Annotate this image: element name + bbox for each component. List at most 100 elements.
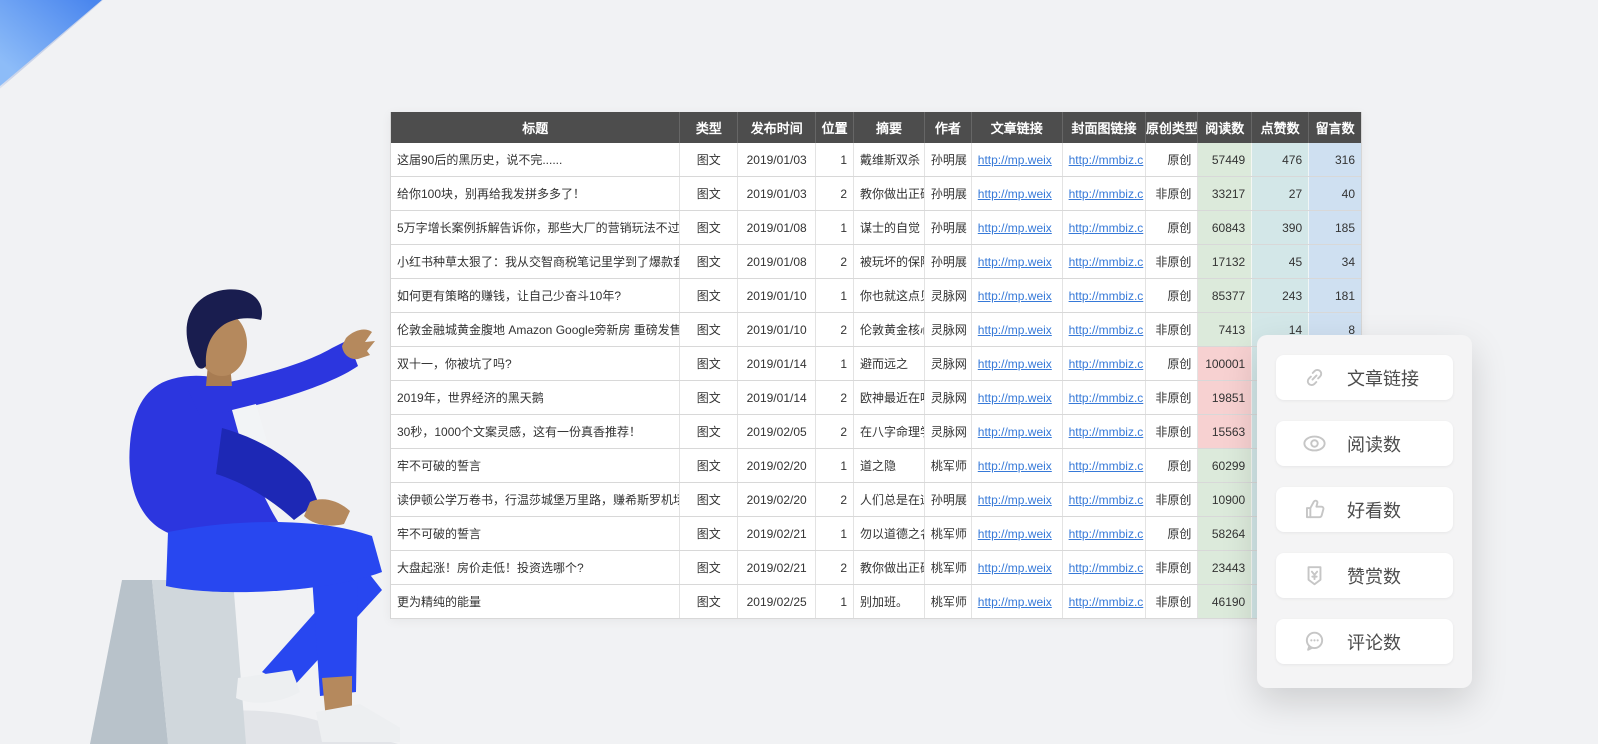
cover-image-link[interactable]: http://mmbiz.c: [1069, 425, 1144, 439]
cell-cover_link: http://mmbiz.c: [1063, 585, 1147, 618]
cell-likes: 390: [1252, 211, 1309, 244]
panel-option-link[interactable]: 文章链接: [1276, 355, 1453, 400]
article-link[interactable]: http://mp.weix: [978, 391, 1052, 405]
cell-title: 更为精纯的能量: [391, 585, 680, 618]
article-link[interactable]: http://mp.weix: [978, 187, 1052, 201]
cell-article_link: http://mp.weix: [972, 517, 1063, 550]
table-row: 双十一，你被坑了吗?图文2019/01/141避而远之灵脉网http://mp.…: [391, 347, 1361, 381]
cell-author: 灵脉网: [925, 279, 972, 312]
panel-option-label: 赞赏数: [1347, 563, 1401, 589]
cell-author: 灵脉网: [925, 381, 972, 414]
cover-image-link[interactable]: http://mmbiz.c: [1069, 153, 1144, 167]
cover-image-link[interactable]: http://mmbiz.c: [1069, 561, 1144, 575]
cover-image-link[interactable]: http://mmbiz.c: [1069, 221, 1144, 235]
cell-title: 伦敦金融城黄金腹地 Amazon Google旁新房 重磅发售: [391, 313, 680, 346]
cell-reads: 85377: [1198, 279, 1252, 312]
cell-type: 图文: [680, 279, 738, 312]
article-link[interactable]: http://mp.weix: [978, 493, 1052, 507]
table-row: 大盘起涨！房价走低！投资选哪个?图文2019/02/212教你做出正确桃军师ht…: [391, 551, 1361, 585]
column-header-article_link: 文章链接: [972, 112, 1063, 143]
cell-date: 2019/02/25: [738, 585, 816, 618]
cell-author: 桃军师: [925, 551, 972, 584]
cell-author: 孙明展: [925, 483, 972, 516]
cover-image-link[interactable]: http://mmbiz.c: [1069, 187, 1144, 201]
cell-title: 30秒，1000个文案灵感，这有一份真香推荐！: [391, 415, 680, 448]
panel-option-comment[interactable]: 评论数: [1276, 619, 1453, 664]
cell-position: 1: [816, 585, 854, 618]
table-row: 如何更有策略的赚钱，让自己少奋斗10年?图文2019/01/101你也就这点见灵…: [391, 279, 1361, 313]
cell-reads: 57449: [1198, 143, 1252, 176]
table-row: 伦敦金融城黄金腹地 Amazon Google旁新房 重磅发售图文2019/01…: [391, 313, 1361, 347]
cell-article_link: http://mp.weix: [972, 347, 1063, 380]
cover-image-link[interactable]: http://mmbiz.c: [1069, 595, 1144, 609]
cell-type: 图文: [680, 211, 738, 244]
cell-summary: 教你做出正确: [854, 177, 925, 210]
panel-option-label: 评论数: [1347, 629, 1401, 655]
reward-icon: [1301, 562, 1328, 589]
cover-image-link[interactable]: http://mmbiz.c: [1069, 459, 1144, 473]
article-link[interactable]: http://mp.weix: [978, 221, 1052, 235]
article-link[interactable]: http://mp.weix: [978, 289, 1052, 303]
cell-article_link: http://mp.weix: [972, 449, 1063, 482]
article-link[interactable]: http://mp.weix: [978, 459, 1052, 473]
cell-original_type: 非原创: [1146, 245, 1198, 278]
panel-option-thumbs-up[interactable]: 好看数: [1276, 487, 1453, 532]
cell-title: 牢不可破的誓言: [391, 517, 680, 550]
cell-date: 2019/01/08: [738, 211, 816, 244]
cell-reads: 100001: [1198, 347, 1252, 380]
cell-summary: 欧神最近在吐: [854, 381, 925, 414]
far-shoe: [236, 670, 300, 703]
article-link[interactable]: http://mp.weix: [978, 561, 1052, 575]
article-link[interactable]: http://mp.weix: [978, 357, 1052, 371]
cell-summary: 教你做出正确: [854, 551, 925, 584]
cell-original_type: 非原创: [1146, 483, 1198, 516]
cover-image-link[interactable]: http://mmbiz.c: [1069, 255, 1144, 269]
cell-original_type: 非原创: [1146, 415, 1198, 448]
cover-image-link[interactable]: http://mmbiz.c: [1069, 323, 1144, 337]
person-illustration: [60, 280, 400, 744]
cell-position: 2: [816, 415, 854, 448]
cover-image-link[interactable]: http://mmbiz.c: [1069, 391, 1144, 405]
panel-option-eye[interactable]: 阅读数: [1276, 421, 1453, 466]
cell-position: 1: [816, 211, 854, 244]
panel-option-reward[interactable]: 赞赏数: [1276, 553, 1453, 598]
cell-cover_link: http://mmbiz.c: [1063, 211, 1147, 244]
cell-summary: 别加班。: [854, 585, 925, 618]
cell-reads: 46190: [1198, 585, 1252, 618]
cell-summary: 勿以道德之名: [854, 517, 925, 550]
table-row: 这届90后的黑历史，说不完......图文2019/01/031戴维斯双杀孙明展…: [391, 143, 1361, 177]
cell-author: 桃军师: [925, 449, 972, 482]
eye-icon: [1301, 430, 1328, 457]
article-link[interactable]: http://mp.weix: [978, 527, 1052, 541]
cell-type: 图文: [680, 347, 738, 380]
article-link[interactable]: http://mp.weix: [978, 255, 1052, 269]
column-header-position: 位置: [816, 112, 854, 143]
cover-image-link[interactable]: http://mmbiz.c: [1069, 493, 1144, 507]
cell-original_type: 原创: [1146, 347, 1198, 380]
panel-option-label: 阅读数: [1347, 431, 1401, 457]
cover-image-link[interactable]: http://mmbiz.c: [1069, 527, 1144, 541]
cell-cover_link: http://mmbiz.c: [1063, 483, 1147, 516]
cell-title: 给你100块，别再给我发拼多多了！: [391, 177, 680, 210]
cell-title: 这届90后的黑历史，说不完......: [391, 143, 680, 176]
cell-original_type: 原创: [1146, 279, 1198, 312]
cover-image-link[interactable]: http://mmbiz.c: [1069, 357, 1144, 371]
column-header-likes: 点赞数: [1252, 112, 1309, 143]
article-link[interactable]: http://mp.weix: [978, 153, 1052, 167]
cell-reads: 7413: [1198, 313, 1252, 346]
cell-title: 大盘起涨！房价走低！投资选哪个?: [391, 551, 680, 584]
cell-date: 2019/02/21: [738, 517, 816, 550]
table-row: 读伊顿公学万卷书，行温莎城堡万里路，赚希斯罗机场图文2019/02/202人们总…: [391, 483, 1361, 517]
column-header-author: 作者: [925, 112, 972, 143]
article-link[interactable]: http://mp.weix: [978, 323, 1052, 337]
cell-reads: 19851: [1198, 381, 1252, 414]
export-options-panel: 文章链接阅读数好看数赞赏数评论数: [1257, 335, 1472, 688]
cell-date: 2019/01/10: [738, 313, 816, 346]
cell-author: 桃军师: [925, 585, 972, 618]
cover-image-link[interactable]: http://mmbiz.c: [1069, 289, 1144, 303]
article-link[interactable]: http://mp.weix: [978, 425, 1052, 439]
cell-reads: 17132: [1198, 245, 1252, 278]
cell-author: 灵脉网: [925, 415, 972, 448]
article-link[interactable]: http://mp.weix: [978, 595, 1052, 609]
cell-position: 2: [816, 245, 854, 278]
